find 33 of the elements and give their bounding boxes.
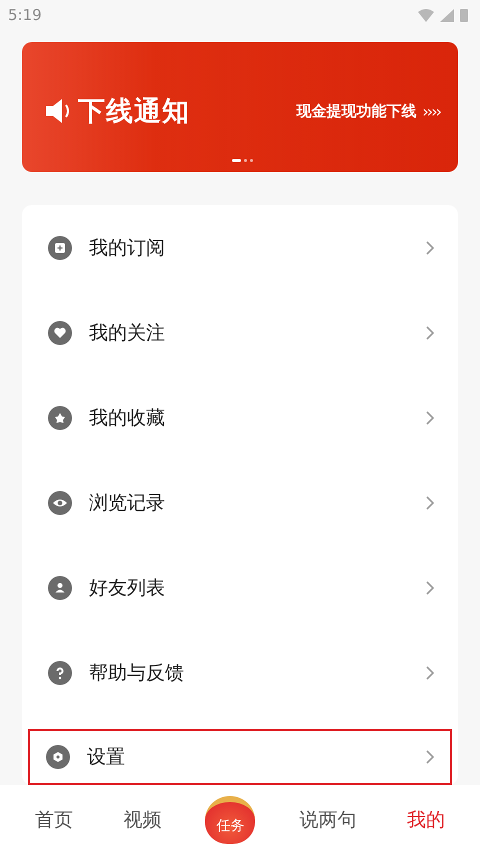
- signal-icon: [440, 8, 454, 22]
- tab[interactable]: 说两句: [294, 803, 363, 837]
- menu-item[interactable]: 帮助与反馈: [22, 630, 458, 715]
- settings-icon: [46, 745, 70, 769]
- chevron-icon: [426, 750, 434, 764]
- banner-subtitle: 现金提现功能下线: [296, 102, 416, 120]
- menu-item[interactable]: 我的收藏: [22, 375, 458, 460]
- menu-item[interactable]: 浏览记录: [22, 460, 458, 545]
- wifi-icon: [418, 8, 434, 22]
- chevron-icon: [426, 410, 434, 424]
- menu-item[interactable]: 好友列表: [22, 545, 458, 630]
- status-time: 5:19: [8, 6, 42, 24]
- chevron-icon: [426, 240, 434, 254]
- task-bag-button[interactable]: 任务: [205, 796, 256, 844]
- menu-item[interactable]: 我的关注: [22, 290, 458, 375]
- chevron-icon: [426, 580, 434, 594]
- chevron-icon: [426, 326, 434, 340]
- chevron-icon: [426, 496, 434, 510]
- bookmark-icon: [48, 236, 72, 260]
- eye-icon: [48, 490, 72, 514]
- battery-icon: [460, 8, 468, 22]
- tab[interactable]: 我的: [400, 803, 451, 837]
- menu-item[interactable]: 设置: [28, 729, 452, 785]
- help-icon: [48, 660, 72, 684]
- person-icon: [48, 576, 72, 600]
- menu-item[interactable]: 我的订阅: [22, 205, 458, 290]
- banner-arrows: ››››: [422, 102, 440, 120]
- notice-banner[interactable]: 下线通知 现金提现功能下线 ››››: [22, 42, 458, 172]
- banner-title: 下线通知: [78, 95, 190, 129]
- tab[interactable]: 视频: [117, 803, 168, 837]
- tab[interactable]: 首页: [29, 803, 80, 837]
- chevron-icon: [426, 666, 434, 680]
- speaker-icon: [44, 98, 72, 124]
